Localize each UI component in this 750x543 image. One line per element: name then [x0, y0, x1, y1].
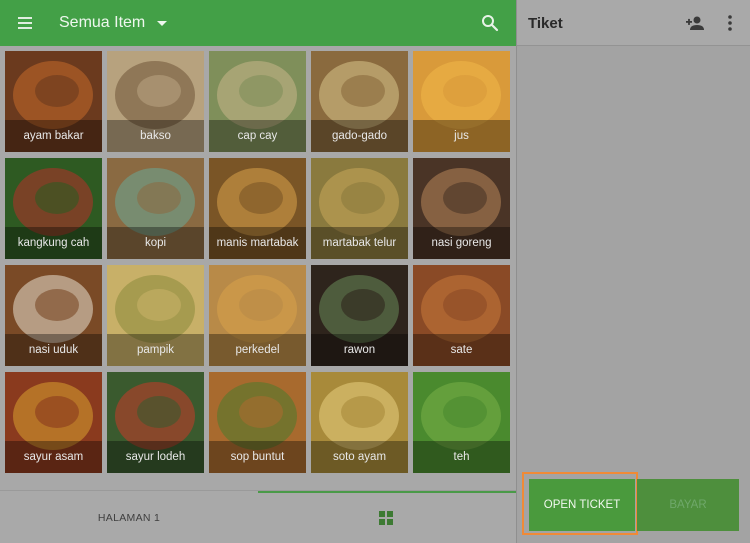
item-label: jus	[413, 120, 510, 152]
caret-down-icon	[157, 20, 168, 26]
item-label: cap cay	[209, 120, 306, 152]
open-ticket-button[interactable]: OPEN TICKET	[529, 479, 635, 531]
item-label: sate	[413, 334, 510, 366]
item-tile[interactable]: gado-gado	[311, 51, 408, 152]
item-label: soto ayam	[311, 441, 408, 473]
item-label: nasi uduk	[5, 334, 102, 366]
item-tile[interactable]: nasi uduk	[5, 265, 102, 366]
app-bar: Semua Item	[0, 0, 516, 46]
item-tile[interactable]: bakso	[107, 51, 204, 152]
item-label: manis martabak	[209, 227, 306, 259]
item-tile[interactable]: pampik	[107, 265, 204, 366]
menu-icon[interactable]	[16, 13, 38, 33]
item-tile[interactable]: nasi goreng	[413, 158, 510, 259]
item-label: nasi goreng	[413, 227, 510, 259]
add-person-icon[interactable]	[685, 13, 705, 33]
page-tab[interactable]: HALAMAN 1	[0, 491, 258, 543]
grid-view-tab[interactable]	[258, 491, 516, 543]
item-tile[interactable]: manis martabak	[209, 158, 306, 259]
item-label: martabak telur	[311, 227, 408, 259]
item-label: sayur asam	[5, 441, 102, 473]
item-label: kangkung cah	[5, 227, 102, 259]
item-tile[interactable]: teh	[413, 372, 510, 473]
item-label: rawon	[311, 334, 408, 366]
item-tile[interactable]: kopi	[107, 158, 204, 259]
item-label: gado-gado	[311, 120, 408, 152]
item-tile[interactable]: perkedel	[209, 265, 306, 366]
category-dropdown[interactable]: Semua Item	[59, 13, 168, 33]
ticket-header: Tiket	[517, 0, 750, 46]
item-tile[interactable]: sayur asam	[5, 372, 102, 473]
item-label: kopi	[107, 227, 204, 259]
item-tile[interactable]: soto ayam	[311, 372, 408, 473]
item-tile[interactable]: jus	[413, 51, 510, 152]
item-tile[interactable]: cap cay	[209, 51, 306, 152]
ticket-title: Tiket	[528, 15, 563, 32]
item-tile[interactable]: kangkung cah	[5, 158, 102, 259]
item-tile[interactable]: ayam bakar	[5, 51, 102, 152]
item-label: ayam bakar	[5, 120, 102, 152]
item-label: teh	[413, 441, 510, 473]
item-label: perkedel	[209, 334, 306, 366]
more-vert-icon[interactable]	[725, 13, 735, 33]
item-tile[interactable]: rawon	[311, 265, 408, 366]
grid-view-icon	[379, 511, 393, 525]
item-label: sop buntut	[209, 441, 306, 473]
item-grid: ayam bakar bakso cap cay gado-gado jus kangku…	[5, 51, 513, 475]
search-icon[interactable]	[480, 13, 500, 33]
item-tile[interactable]: sate	[413, 265, 510, 366]
item-panel: Semua Item ayam bakar bakso cap cay gado-ga…	[0, 0, 516, 543]
pay-button[interactable]: BAYAR	[637, 479, 739, 531]
ticket-panel: Tiket OPEN TICKET BAYAR	[516, 0, 750, 543]
item-tile[interactable]: sayur lodeh	[107, 372, 204, 473]
item-tile[interactable]: sop buntut	[209, 372, 306, 473]
item-label: sayur lodeh	[107, 441, 204, 473]
category-title: Semua Item	[59, 14, 146, 31]
item-label: bakso	[107, 120, 204, 152]
item-label: pampik	[107, 334, 204, 366]
page-bar: HALAMAN 1	[0, 490, 516, 543]
item-tile[interactable]: martabak telur	[311, 158, 408, 259]
